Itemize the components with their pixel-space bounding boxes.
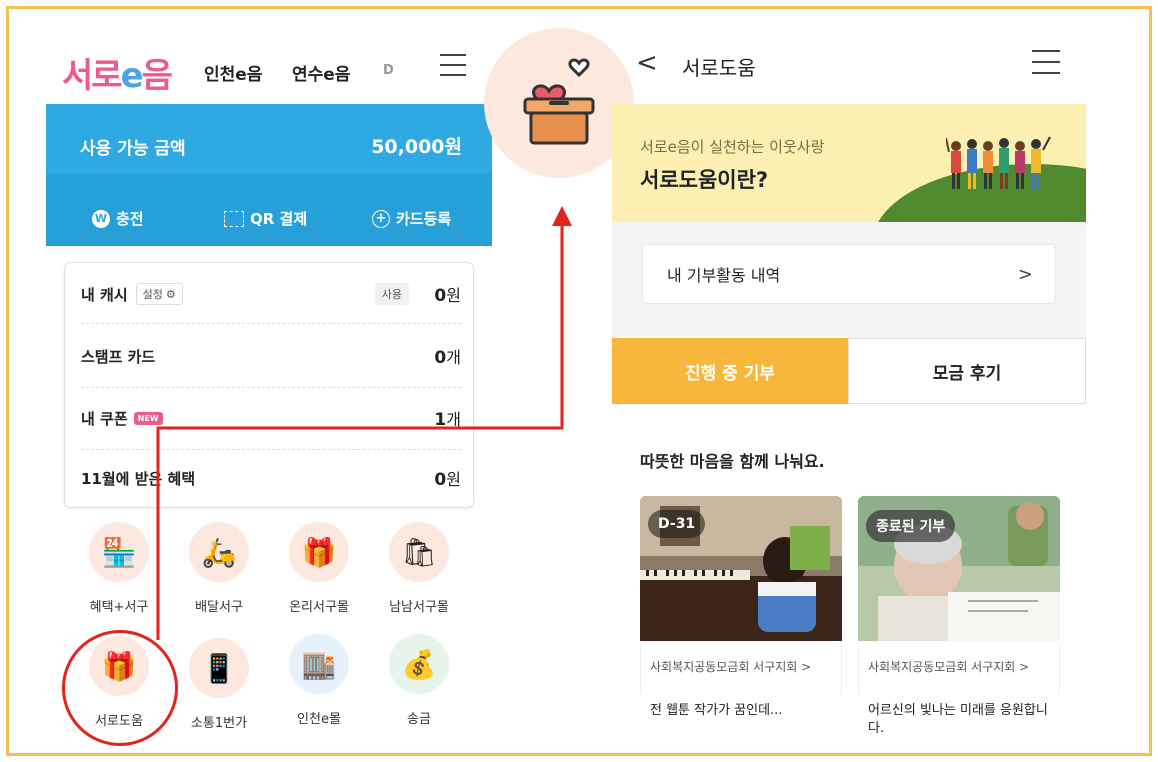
charge-label: 충전 — [116, 210, 144, 228]
stamp-unit: 개 — [446, 348, 461, 367]
logo-part-2: e — [120, 56, 144, 96]
divider — [81, 387, 461, 388]
menu-label: 배달서구 — [195, 600, 243, 615]
card-register-button[interactable]: + 카드등록 — [372, 208, 451, 229]
donation-org[interactable]: 사회복지공동모금회 서구지회 > — [868, 658, 1029, 675]
shopping-bag-icon: 🛍 — [389, 522, 449, 582]
benefit-label: 11월에 받은 혜택 — [81, 469, 196, 488]
menu-hamburger-icon[interactable] — [440, 54, 466, 78]
menu-remit[interactable]: 💰 송금 — [374, 634, 464, 727]
menu-communication-street[interactable]: 📱 소통1번가 — [174, 638, 264, 731]
highlight-circle — [62, 630, 178, 746]
card-register-label: 카드등록 — [396, 210, 452, 228]
cash-label: 내 캐시 — [81, 285, 128, 304]
delivery-scooter-icon: 🛵 — [189, 522, 249, 582]
shop-icon: 🏬 — [289, 634, 349, 694]
menu-namnam-seogu-mall[interactable]: 🛍 남남서구몰 — [374, 522, 464, 615]
menu-delivery-seogu[interactable]: 🛵 배달서구 — [174, 522, 264, 615]
benefit-amount: 0 — [434, 470, 447, 490]
balance-amount: 50,000원 — [371, 136, 462, 158]
coupon-unit: 개 — [446, 410, 461, 429]
divider — [81, 449, 461, 450]
donation-title: 전 웹툰 작가가 꿈인데... — [650, 703, 783, 718]
back-chevron-icon[interactable]: < — [636, 48, 658, 78]
storefront-icon: 🏪 — [89, 522, 149, 582]
top-tab-more[interactable]: D — [383, 63, 394, 78]
coupon-row[interactable]: 내 쿠폰 NEW 1개 — [81, 403, 461, 433]
balance-panel: 사용 가능 금액 50,000원 W 충전 QR 결제 + 카드등록 — [46, 104, 492, 246]
logo-part-1: 서로 — [62, 56, 123, 96]
cash-setting-button[interactable]: 설정 ⚙ — [135, 283, 183, 305]
menu-hamburger-icon[interactable] — [1032, 50, 1060, 76]
donation-history-label: 내 기부활동 내역 — [667, 266, 781, 285]
screen-header: < 서로도움 — [612, 18, 1086, 102]
plus-circle-icon: + — [372, 209, 390, 228]
gear-icon: ⚙ — [165, 287, 176, 301]
donation-photo: 종료된 기부 — [858, 496, 1060, 641]
ended-badge: 종료된 기부 — [866, 510, 956, 542]
balance-label: 사용 가능 금액 — [80, 139, 186, 159]
donation-tabs: 진행 중 기부 모금 후기 — [612, 338, 1086, 404]
w-circle-icon: W — [92, 209, 110, 228]
charge-button[interactable]: W 충전 — [92, 208, 144, 229]
menu-label: 온리서구몰 — [289, 600, 349, 615]
tab-fundraising-review[interactable]: 모금 후기 — [848, 338, 1086, 404]
coupon-amount: 1 — [434, 410, 447, 430]
top-tab-incheon[interactable]: 인천e음 — [204, 60, 262, 85]
top-tab-yeonsu[interactable]: 연수e음 — [292, 60, 350, 85]
section-title: 따뜻한 마음을 함께 나눠요. — [640, 452, 825, 471]
people-group-icon — [946, 136, 1051, 189]
donation-title: 어르신의 빛나는 미래를 응원합니다. — [868, 703, 1048, 736]
stamp-amount: 0 — [434, 348, 447, 368]
chevron-right-icon: > — [1017, 263, 1033, 285]
divider — [81, 323, 461, 324]
coupon-value: 1개 — [434, 406, 461, 430]
stamp-row[interactable]: 스탬프 카드 0개 — [81, 341, 461, 371]
cash-amount: 0 — [434, 286, 447, 306]
banner-title: 서로도움이란? — [640, 168, 769, 192]
qr-pay-label: QR 결제 — [250, 210, 308, 228]
menu-online-seogu-mall[interactable]: 🎁 온리서구몰 — [274, 522, 364, 615]
qr-pay-button[interactable]: QR 결제 — [224, 208, 307, 229]
cash-value: 0원 — [434, 282, 461, 306]
benefit-unit: 원 — [446, 470, 461, 489]
menu-incheon-e-mall[interactable]: 🏬 인천e몰 — [274, 634, 364, 727]
new-badge: NEW — [133, 411, 163, 425]
menu-label: 인천e몰 — [297, 712, 341, 727]
donation-card[interactable]: 종료된 기부 사회복지공동모금회 서구지회 > 어르신의 빛나는 미래를 응원합… — [858, 496, 1060, 746]
app-top-bar: 서로e음 인천e음 연수e음 D — [46, 18, 492, 102]
donation-card[interactable]: D-31 사회복지공동모금회 서구지회 > 전 웹툰 작가가 꿈인데... — [640, 496, 842, 746]
donation-history-button[interactable]: 내 기부활동 내역 > — [642, 244, 1056, 304]
menu-label: 남남서구몰 — [389, 600, 449, 615]
logo-part-3: 음 — [141, 56, 173, 96]
tab-ongoing-donation[interactable]: 진행 중 기부 — [612, 338, 848, 404]
cash-row: 내 캐시 설정 ⚙ 사용 0원 — [81, 279, 461, 309]
menu-label: 송금 — [407, 712, 431, 727]
phone-hand-icon: 📱 — [189, 638, 249, 698]
benefit-value: 0원 — [434, 466, 461, 490]
menu-label: 혜택+서구 — [89, 600, 149, 615]
stamp-label: 스탬프 카드 — [81, 347, 156, 366]
menu-benefit-seogu[interactable]: 🏪 혜택+서구 — [74, 522, 164, 615]
app-logo[interactable]: 서로e음 — [62, 48, 173, 97]
page-title: 서로도움 — [682, 56, 756, 80]
qr-icon — [224, 210, 244, 227]
mutual-help-screen: < 서로도움 서로e음이 실천하는 이웃사랑 서로도움이란? 내 기부활동 내역… — [612, 18, 1086, 748]
gift-hand-icon: 🎁 — [289, 522, 349, 582]
menu-label: 소통1번가 — [190, 716, 248, 731]
cash-unit: 원 — [446, 286, 461, 305]
benefit-row[interactable]: 11월에 받은 혜택 0원 — [81, 463, 461, 493]
coupon-label: 내 쿠폰 — [81, 409, 128, 428]
banner-subtitle: 서로e음이 실천하는 이웃사랑 — [640, 138, 825, 156]
wallet-summary-card: 내 캐시 설정 ⚙ 사용 0원 스탬프 카드 0개 내 쿠폰 NEW 1개 11… — [64, 262, 474, 508]
cash-use-button[interactable]: 사용 — [374, 283, 409, 305]
donation-photo: D-31 — [640, 496, 842, 641]
d-day-badge: D-31 — [648, 510, 706, 538]
stamp-value: 0개 — [434, 344, 461, 368]
cash-setting-label: 설정 — [142, 288, 163, 301]
money-bag-icon: 💰 — [389, 634, 449, 694]
intro-banner[interactable]: 서로e음이 실천하는 이웃사랑 서로도움이란? — [612, 104, 1086, 222]
donation-org[interactable]: 사회복지공동모금회 서구지회 > — [650, 658, 811, 675]
donation-box-icon-svg — [523, 58, 595, 145]
